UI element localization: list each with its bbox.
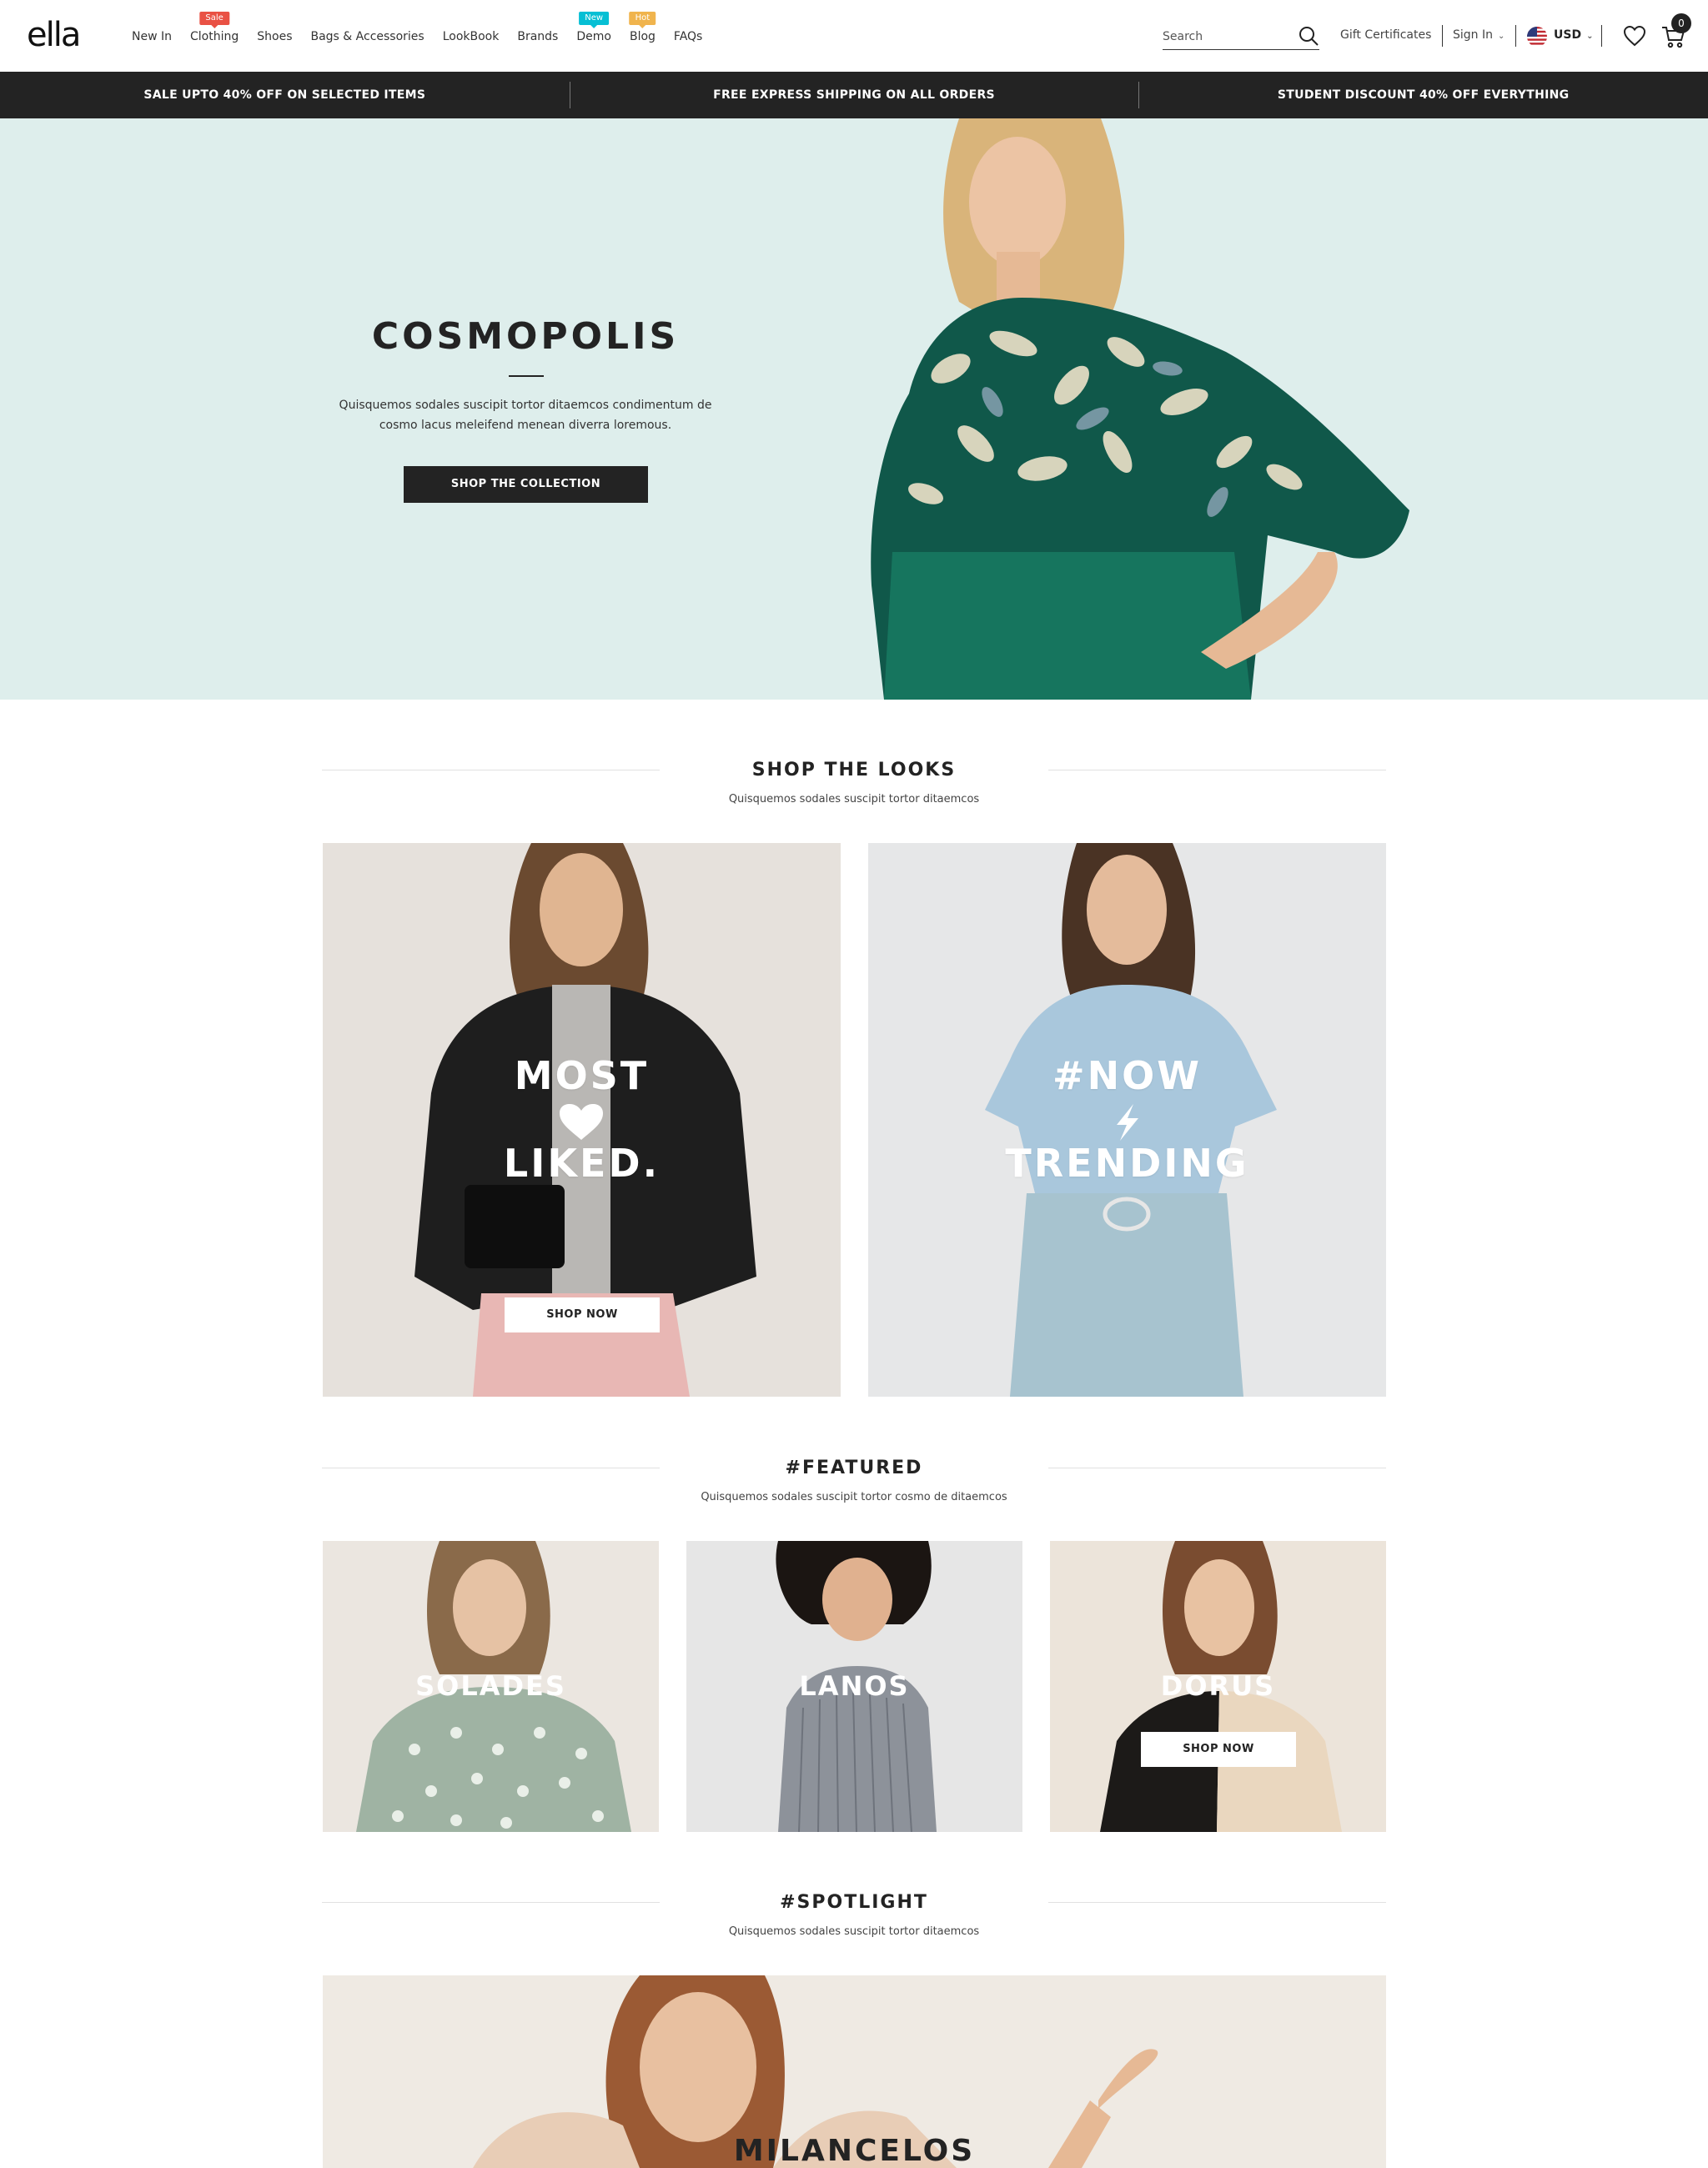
nav-item-new-in[interactable]: New In (132, 28, 172, 45)
spotlight-label: MILANCELOS (733, 2134, 976, 2168)
section-title: #FEATURED (785, 1458, 923, 1478)
featured-label: SOLADES (415, 1670, 566, 1702)
section-subtitle: Quisquemos sodales suscipit tortor ditae… (728, 1925, 980, 1938)
divider (1515, 25, 1516, 47)
featured-label: LANOS (799, 1670, 910, 1702)
nav-item-lookbook[interactable]: LookBook (443, 28, 500, 45)
shop-looks-heading: SHOP THE LOOKS Quisquemos sodales suscip… (322, 759, 1386, 807)
nav-item-demo[interactable]: New Demo (576, 12, 611, 45)
new-badge: New (579, 12, 610, 28)
spotlight-card[interactable]: MILANCELOS (323, 1975, 1386, 2168)
hero-title: COSMOPOLIS (371, 315, 680, 358)
shop-now-button[interactable]: SHOP NOW (1141, 1732, 1296, 1767)
heart-icon (560, 1104, 603, 1140)
promo-shipping[interactable]: FREE EXPRESS SHIPPING ON ALL ORDERS (569, 72, 1139, 118)
shop-collection-button[interactable]: SHOP THE COLLECTION (404, 466, 648, 503)
gift-certificates-link[interactable]: Gift Certificates (1340, 28, 1431, 42)
promo-student-discount[interactable]: STUDENT DISCOUNT 40% OFF EVERYTHING (1138, 72, 1708, 118)
look-card-most-liked[interactable]: MOST LIKED. SHOP NOW (323, 843, 841, 1397)
section-title: #SPOTLIGHT (780, 1892, 928, 1913)
hot-badge: Hot (629, 12, 656, 28)
nav-item-shoes[interactable]: Shoes (257, 28, 292, 45)
hero-banner: COSMOPOLIS Quisquemos sodales suscipit t… (0, 118, 1708, 700)
look-line-2: TRENDING (1005, 1141, 1249, 1186)
hero-description: Quisquemos sodales suscipit tortor ditae… (339, 399, 712, 432)
heading-line (322, 1902, 660, 1903)
nav-item-label: Clothing (190, 30, 239, 43)
divider (1601, 25, 1602, 47)
look-line-1: #NOW (1052, 1053, 1202, 1098)
featured-card-dorus[interactable]: DORUS SHOP NOW (1050, 1541, 1386, 1832)
featured-heading: #FEATURED Quisquemos sodales suscipit to… (322, 1457, 1386, 1505)
look-card-now-trending[interactable]: #NOW TRENDING (868, 843, 1386, 1397)
nav-item-blog[interactable]: Hot Blog (629, 12, 656, 45)
search-input[interactable]: Search (1163, 23, 1319, 50)
site-logo[interactable]: ella (27, 15, 81, 55)
chevron-down-icon: ⌄ (1586, 32, 1594, 41)
search-icon[interactable] (1298, 25, 1319, 47)
look-line-2: LIKED. (503, 1141, 661, 1186)
promo-sale[interactable]: SALE UPTO 40% OFF ON SELECTED ITEMS (0, 72, 570, 118)
featured-card-lanos[interactable]: LANOS (686, 1541, 1022, 1832)
nav-item-faqs[interactable]: FAQs (674, 28, 702, 45)
cart-count-badge: 0 (1671, 13, 1691, 33)
shop-now-button[interactable]: SHOP NOW (505, 1297, 660, 1332)
site-header: ella New In Sale Clothing Shoes Bags & A… (0, 0, 1708, 72)
hero-model-image (871, 118, 1409, 700)
promo-bar: SALE UPTO 40% OFF ON SELECTED ITEMS FREE… (0, 72, 1708, 118)
currency-label: USD (1554, 28, 1582, 42)
chevron-down-icon: ⌄ (1498, 32, 1505, 41)
heading-line (1048, 1902, 1386, 1903)
nav-item-label: Demo (576, 30, 611, 43)
sign-in-label: Sign In (1453, 28, 1493, 42)
nav-item-label: Blog (629, 30, 656, 43)
divider (1442, 25, 1443, 47)
lightning-icon (1117, 1104, 1138, 1141)
section-subtitle: Quisquemos sodales suscipit tortor cosmo… (701, 1491, 1007, 1503)
sale-badge: Sale (199, 12, 229, 28)
nav-item-brands[interactable]: Brands (517, 28, 558, 45)
main-nav: New In Sale Clothing Shoes Bags & Access… (132, 12, 721, 45)
section-title: SHOP THE LOOKS (751, 760, 957, 780)
sign-in-dropdown[interactable]: Sign In ⌄ (1453, 28, 1505, 42)
search-placeholder: Search (1163, 30, 1203, 43)
hero-divider (509, 375, 544, 377)
spotlight-heading: #SPOTLIGHT Quisquemos sodales suscipit t… (322, 1891, 1386, 1940)
us-flag-icon (1527, 27, 1547, 47)
featured-card-solades[interactable]: SOLADES (323, 1541, 659, 1832)
currency-selector[interactable]: USD ⌄ (1554, 28, 1593, 42)
nav-item-clothing[interactable]: Sale Clothing (190, 12, 239, 45)
nav-item-bags-accessories[interactable]: Bags & Accessories (310, 28, 424, 45)
wishlist-heart-icon[interactable] (1623, 25, 1646, 47)
featured-label: DORUS (1160, 1670, 1276, 1702)
section-subtitle: Quisquemos sodales suscipit tortor ditae… (728, 793, 980, 805)
look-line-1: MOST (514, 1053, 650, 1098)
